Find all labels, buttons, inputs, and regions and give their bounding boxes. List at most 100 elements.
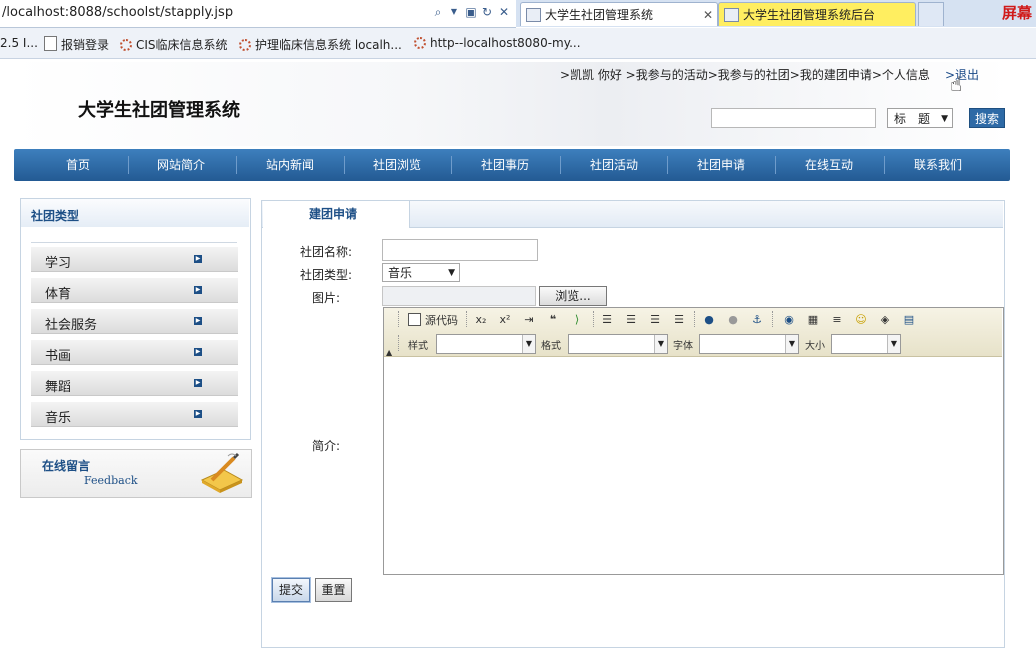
nav-contact[interactable]: 联系我们 xyxy=(888,149,988,181)
align-right-icon[interactable]: ☰ xyxy=(646,311,664,329)
page-icon xyxy=(44,36,57,51)
nav-divider xyxy=(884,156,885,174)
smiley-icon[interactable]: ☺ xyxy=(852,311,870,329)
editor-content-area[interactable] xyxy=(384,357,1002,572)
browser-tab-1[interactable]: 大学生社团管理系统 ✕ xyxy=(520,2,718,26)
nav-browse-clubs[interactable]: 社团浏览 xyxy=(347,149,447,181)
favorite-link[interactable]: CIS临床信息系统 xyxy=(120,36,228,53)
toolbar-separator xyxy=(694,311,698,327)
font-combo[interactable]: ▼ xyxy=(699,334,799,354)
category-label: 书画 xyxy=(45,349,72,364)
category-item-painting[interactable]: 书画 ▶ xyxy=(31,340,238,365)
club-type-select[interactable]: 音乐 ▼ xyxy=(382,263,460,282)
nav-club-apply[interactable]: 社团申请 xyxy=(671,149,771,181)
search-field-value: 标 题 xyxy=(894,112,931,126)
browse-button[interactable]: 浏览... xyxy=(539,286,607,306)
image-label: 图片: xyxy=(311,291,340,305)
favorite-link[interactable]: http--localhost8080-my... xyxy=(414,36,581,50)
source-code-button[interactable]: 源代码 xyxy=(408,312,458,328)
user-links[interactable]: >凯凯 你好 >我参与的活动>我参与的社团>我的建团申请>个人信息 xyxy=(560,66,930,83)
close-icon[interactable]: ✕ xyxy=(703,3,713,27)
toolbar-separator xyxy=(593,311,597,327)
align-justify-icon[interactable]: ☰ xyxy=(670,311,688,329)
category-item-study[interactable]: 学习 ▶ xyxy=(31,247,238,272)
compat-view-icon[interactable]: ▣ xyxy=(464,5,478,19)
reset-button[interactable]: 重置 xyxy=(315,578,352,602)
browser-tab-2[interactable]: 大学生社团管理系统后台 xyxy=(718,2,916,26)
unlink-icon[interactable]: ● xyxy=(724,311,742,329)
link-icon[interactable]: ● xyxy=(700,311,718,329)
image-file-input[interactable] xyxy=(382,286,536,306)
submit-button[interactable]: 提交 xyxy=(272,578,310,602)
club-type-value: 音乐 xyxy=(388,266,413,280)
tab-title: 大学生社团管理系统后台 xyxy=(743,8,876,22)
category-label: 音乐 xyxy=(45,411,72,426)
code-icon[interactable]: ⟩ xyxy=(568,311,586,329)
horizontal-rule-icon[interactable]: ≡ xyxy=(828,311,846,329)
nav-about[interactable]: 网站简介 xyxy=(131,149,231,181)
page-break-icon[interactable]: ▤ xyxy=(900,311,918,329)
page-icon xyxy=(724,8,739,22)
favorite-link[interactable]: 护理临床信息系统 localh... xyxy=(239,36,402,53)
format-label: 格式 xyxy=(541,341,561,352)
overlay-text: 屏幕 xyxy=(1002,4,1033,22)
nav-online-interaction[interactable]: 在线互动 xyxy=(779,149,879,181)
feedback-title[interactable]: 在线留言 xyxy=(42,457,90,474)
search-icon[interactable]: ⌕ xyxy=(431,5,445,19)
format-combo[interactable]: ▼ xyxy=(568,334,668,354)
indent-icon[interactable]: ⇥ xyxy=(520,311,538,329)
collapse-toolbar-icon[interactable]: ▲ xyxy=(386,348,392,357)
favorite-link[interactable]: 报销登录 xyxy=(44,36,109,53)
url-text[interactable]: /localhost:8088/schoolst/stapply.jsp xyxy=(2,5,233,20)
align-center-icon[interactable]: ☰ xyxy=(622,311,640,329)
nav-club-calendar[interactable]: 社团事历 xyxy=(455,149,555,181)
size-label: 大小 xyxy=(805,341,825,352)
search-input[interactable] xyxy=(711,108,876,128)
source-icon xyxy=(408,313,421,326)
subscript-icon[interactable]: x₂ xyxy=(472,311,490,329)
font-label: 字体 xyxy=(673,341,693,352)
feedback-subtitle: Feedback xyxy=(84,474,138,487)
page-icon xyxy=(526,8,541,22)
favorite-link[interactable]: 2.5 I... xyxy=(0,36,38,50)
search-button[interactable]: 搜索 xyxy=(969,108,1005,128)
favorites-bar: 2.5 I... 报销登录 CIS临床信息系统 护理临床信息系统 localh.… xyxy=(0,28,1036,59)
superscript-icon[interactable]: x² xyxy=(496,311,514,329)
address-bar[interactable]: /localhost:8088/schoolst/stapply.jsp ⌕ ▼… xyxy=(0,0,516,28)
loading-icon xyxy=(120,39,132,51)
category-label: 体育 xyxy=(45,287,72,302)
special-char-icon[interactable]: ◈ xyxy=(876,311,894,329)
nav-news[interactable]: 站内新闻 xyxy=(240,149,340,181)
main-nav: 首页 网站简介 站内新闻 社团浏览 社团事历 社团活动 社团申请 在线互动 联系… xyxy=(14,149,1010,181)
site-title: 大学生社团管理系统 xyxy=(78,100,240,121)
divider xyxy=(31,242,237,243)
chevron-down-icon: ▼ xyxy=(654,335,667,353)
size-combo[interactable]: ▼ xyxy=(831,334,901,354)
refresh-icon[interactable]: ↻ xyxy=(480,5,494,19)
anchor-icon[interactable]: ⚓ xyxy=(748,311,766,329)
category-item-social-service[interactable]: 社会服务 ▶ xyxy=(31,309,238,334)
nav-divider xyxy=(667,156,668,174)
new-tab-button[interactable] xyxy=(918,2,944,26)
search-field-select[interactable]: 标 题 ▼ xyxy=(887,108,953,128)
table-icon[interactable]: ▦ xyxy=(804,311,822,329)
style-combo[interactable]: ▼ xyxy=(436,334,536,354)
flash-icon[interactable]: ◉ xyxy=(780,311,798,329)
dropdown-icon[interactable]: ▼ xyxy=(447,5,461,19)
category-item-dance[interactable]: 舞蹈 ▶ xyxy=(31,371,238,396)
category-panel-title: 社团类型 xyxy=(31,209,80,223)
club-name-label: 社团名称: xyxy=(299,245,352,259)
nav-divider xyxy=(775,156,776,174)
blockquote-icon[interactable]: ❝ xyxy=(544,311,562,329)
align-left-icon[interactable]: ☰ xyxy=(598,311,616,329)
category-item-music[interactable]: 音乐 ▶ xyxy=(31,402,238,427)
club-type-label: 社团类型: xyxy=(299,268,352,282)
club-name-input[interactable] xyxy=(382,239,538,261)
arrow-right-icon: ▶ xyxy=(194,379,202,387)
stop-icon[interactable]: ✕ xyxy=(497,5,511,19)
nav-home[interactable]: 首页 xyxy=(28,149,128,181)
arrow-right-icon: ▶ xyxy=(194,286,202,294)
category-item-sports[interactable]: 体育 ▶ xyxy=(31,278,238,303)
nav-club-activities[interactable]: 社团活动 xyxy=(564,149,664,181)
toolbar-grip xyxy=(398,311,402,327)
